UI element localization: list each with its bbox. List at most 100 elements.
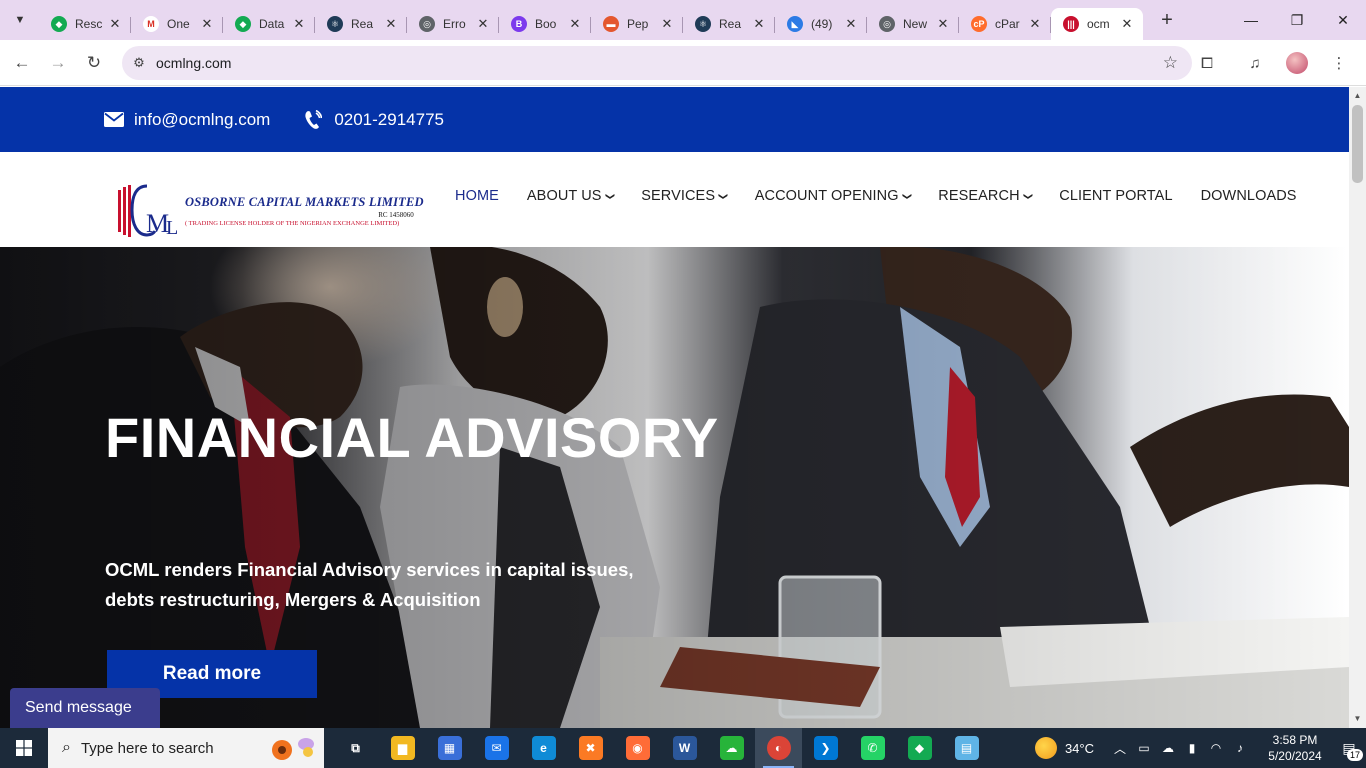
- taskbar-search-placeholder: Type here to search: [80, 739, 214, 757]
- browser-tab[interactable]: ⚛ Rea ✕: [315, 8, 407, 40]
- browser-tab[interactable]: ||| ocm ✕: [1051, 8, 1143, 40]
- tab-close-icon[interactable]: ✕: [199, 16, 215, 32]
- notification-count: 17: [1346, 749, 1363, 761]
- browser-tab[interactable]: ▬ Pep ✕: [591, 8, 683, 40]
- nav-item-label: ACCOUNT OPENING: [754, 188, 899, 204]
- scroll-down-icon[interactable]: ▼: [1349, 712, 1366, 726]
- browser-tab[interactable]: ◎ New ✕: [867, 8, 959, 40]
- taskbar-file-explorer[interactable]: ▆: [379, 728, 426, 768]
- tab-close-icon[interactable]: ✕: [291, 16, 307, 32]
- nav-item-services[interactable]: SERVICES ❯: [641, 188, 729, 204]
- taskbar-microsoft-store[interactable]: ▦: [426, 728, 473, 768]
- tab-title: Data: [259, 17, 285, 31]
- tab-title: New: [903, 17, 928, 31]
- email-text[interactable]: info@ocmlng.com: [134, 110, 270, 130]
- restore-icon[interactable]: ❐: [1274, 0, 1320, 40]
- tab-close-icon[interactable]: ✕: [935, 16, 951, 32]
- back-icon[interactable]: ←: [4, 45, 40, 81]
- address-bar[interactable]: ⚙ ocmlng.com ☆: [122, 46, 1192, 80]
- taskbar-word[interactable]: W: [661, 728, 708, 768]
- taskbar-clock[interactable]: 3:58 PM 5/20/2024: [1258, 732, 1332, 764]
- page-scrollbar[interactable]: ▲ ▼: [1349, 87, 1366, 728]
- notepad-icon: ▤: [954, 736, 979, 760]
- company-logo[interactable]: M L OSBORNE CAPITAL MARKETS LIMITED RC 1…: [117, 181, 432, 241]
- notification-center-icon[interactable]: ▤ 17: [1332, 728, 1366, 768]
- minimize-icon[interactable]: —: [1228, 0, 1274, 40]
- xampp-icon: ✖: [578, 736, 603, 760]
- tab-close-icon[interactable]: ✕: [751, 16, 767, 32]
- contact-phone[interactable]: 0201-2914775: [304, 109, 444, 130]
- taskbar-edge[interactable]: e: [520, 728, 567, 768]
- clock-date: 5/20/2024: [1268, 749, 1322, 763]
- tab-search-icon[interactable]: ▼: [7, 7, 33, 33]
- volume-icon[interactable]: ♪: [1229, 741, 1251, 755]
- postman-icon: ◉: [625, 736, 650, 760]
- weather-widget[interactable]: 34°C: [1034, 737, 1094, 759]
- tab-close-icon[interactable]: ✕: [659, 16, 675, 32]
- nav-item-downloads[interactable]: DOWNLOADS: [1201, 188, 1297, 204]
- chevron-down-icon: ❯: [1022, 192, 1033, 200]
- nav-item-about-us[interactable]: ABOUT US ❯: [527, 188, 615, 204]
- tab-close-icon[interactable]: ✕: [475, 16, 491, 32]
- tab-close-icon[interactable]: ✕: [1027, 16, 1043, 32]
- tab-close-icon[interactable]: ✕: [383, 16, 399, 32]
- meet-now-icon[interactable]: ▭: [1133, 741, 1155, 755]
- chevron-down-icon: ❯: [718, 192, 729, 200]
- tab-title: ocm: [1087, 17, 1110, 31]
- mongodb-compass-icon: ◆: [907, 736, 932, 760]
- browser-tab[interactable]: ◆ Resc ✕: [39, 8, 131, 40]
- browser-tab[interactable]: cP cPar ✕: [959, 8, 1051, 40]
- page-viewport: info@ocmlng.com 0201-2914775 M L OSBORNE…: [0, 87, 1366, 728]
- windows-start-icon[interactable]: [0, 728, 48, 768]
- browser-tab[interactable]: ◣ (49) ✕: [775, 8, 867, 40]
- profile-avatar[interactable]: [1286, 52, 1308, 74]
- tab-favicon-icon: ◣: [787, 16, 803, 32]
- phone-text[interactable]: 0201-2914775: [334, 110, 444, 130]
- browser-tab[interactable]: M One ✕: [131, 8, 223, 40]
- nav-item-research[interactable]: RESEARCH ❯: [938, 188, 1033, 204]
- taskbar-task-view[interactable]: ⧉: [332, 728, 379, 768]
- show-hidden-icons-icon[interactable]: ︿: [1109, 740, 1131, 757]
- extensions-icon[interactable]: ⧠: [1190, 46, 1224, 80]
- taskbar-search-box[interactable]: ⌕ Type here to search: [48, 728, 324, 768]
- browser-tab[interactable]: ⚛ Rea ✕: [683, 8, 775, 40]
- close-window-icon[interactable]: ✕: [1320, 0, 1366, 40]
- taskbar-postman[interactable]: ◉: [614, 728, 661, 768]
- bookmark-star-icon[interactable]: ☆: [1163, 53, 1178, 73]
- forward-icon[interactable]: →: [40, 45, 76, 81]
- onedrive-tray-icon[interactable]: ☁: [1157, 741, 1179, 755]
- reload-icon[interactable]: ↻: [76, 45, 112, 81]
- browser-tab[interactable]: ◆ Data ✕: [223, 8, 315, 40]
- battery-icon[interactable]: ▮: [1181, 741, 1203, 755]
- tab-close-icon[interactable]: ✕: [843, 16, 859, 32]
- browser-tab[interactable]: ◎ Erro ✕: [407, 8, 499, 40]
- browser-menu-icon[interactable]: ⋮: [1322, 46, 1356, 80]
- taskbar-vscode[interactable]: ❯: [802, 728, 849, 768]
- wifi-icon[interactable]: ◠: [1205, 741, 1227, 755]
- tab-close-icon[interactable]: ✕: [1119, 16, 1135, 32]
- site-info-icon[interactable]: ⚙: [122, 55, 156, 71]
- nav-item-home[interactable]: HOME: [455, 188, 499, 204]
- tab-title: (49): [811, 17, 833, 31]
- contact-email[interactable]: info@ocmlng.com: [104, 110, 270, 130]
- media-control-icon[interactable]: ♫: [1238, 46, 1272, 80]
- send-message-button[interactable]: Send message: [10, 688, 160, 728]
- taskbar-onedrive[interactable]: ☁: [708, 728, 755, 768]
- nav-item-account-opening[interactable]: ACCOUNT OPENING ❯: [754, 188, 912, 204]
- taskbar-mongodb-compass[interactable]: ◆: [896, 728, 943, 768]
- browser-tab[interactable]: B Boo ✕: [499, 8, 591, 40]
- contact-bar: info@ocmlng.com 0201-2914775: [0, 87, 1349, 152]
- url-text[interactable]: ocmlng.com: [156, 55, 231, 71]
- tab-close-icon[interactable]: ✕: [107, 16, 123, 32]
- nav-item-client-portal[interactable]: CLIENT PORTAL: [1059, 188, 1172, 204]
- taskbar-notepad[interactable]: ▤: [943, 728, 990, 768]
- taskbar-chrome[interactable]: ◐: [755, 728, 802, 768]
- taskbar-xampp[interactable]: ✖: [567, 728, 614, 768]
- scrollbar-thumb[interactable]: [1352, 105, 1363, 183]
- new-tab-button[interactable]: +: [1153, 6, 1181, 34]
- taskbar-whatsapp[interactable]: ✆: [849, 728, 896, 768]
- scroll-up-icon[interactable]: ▲: [1349, 89, 1366, 103]
- tab-favicon-icon: cP: [971, 16, 987, 32]
- taskbar-mail[interactable]: ✉: [473, 728, 520, 768]
- tab-close-icon[interactable]: ✕: [567, 16, 583, 32]
